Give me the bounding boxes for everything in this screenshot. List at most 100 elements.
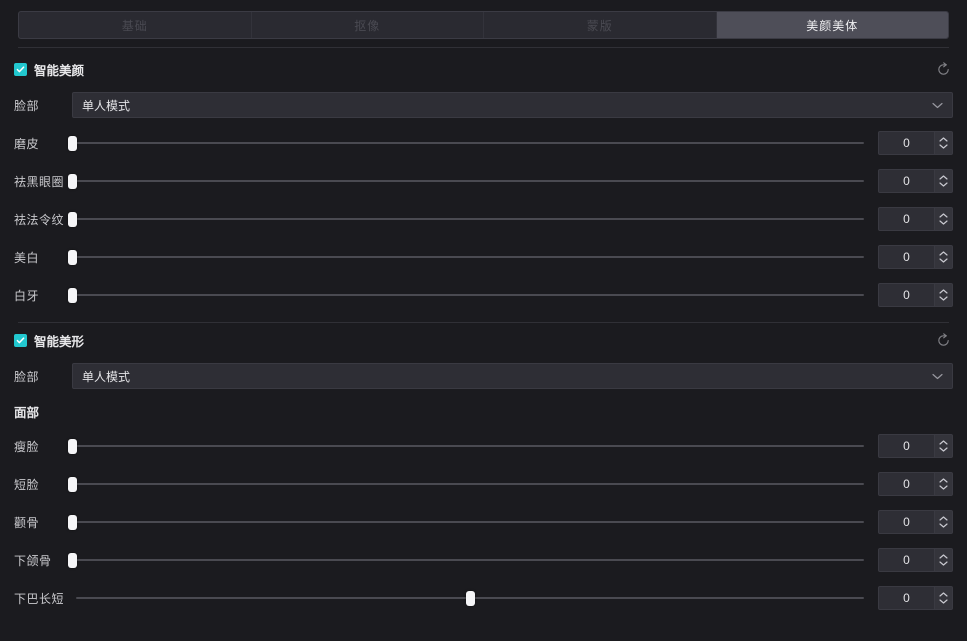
spinbox-jawbone[interactable]: 0	[878, 548, 953, 572]
spinbox-stepper[interactable]	[935, 548, 953, 572]
chevron-down-icon	[939, 220, 948, 225]
section-header-smart-shape: 智能美形	[0, 323, 967, 357]
spinbox-stepper[interactable]	[935, 472, 953, 496]
spinbox-dark-circles[interactable]: 0	[878, 169, 953, 193]
spinbox-face-slimming[interactable]: 0	[878, 434, 953, 458]
spinbox-value[interactable]: 0	[878, 434, 935, 458]
spinbox-value[interactable]: 0	[878, 283, 935, 307]
chevron-up-icon	[939, 554, 948, 559]
spinbox-stepper[interactable]	[935, 434, 953, 458]
smart-shape-reset-button[interactable]	[933, 330, 953, 350]
chevron-down-icon	[939, 561, 948, 566]
spinbox-stepper[interactable]	[935, 169, 953, 193]
slider-thumb[interactable]	[67, 514, 77, 530]
slider-thumb[interactable]	[67, 249, 77, 265]
slider-row-jawbone: 下颌骨 0	[0, 541, 967, 579]
reset-icon	[937, 332, 949, 346]
reset-icon	[937, 61, 949, 75]
slider-nasolabial[interactable]	[67, 209, 864, 229]
smart-shape-checkbox[interactable]	[14, 333, 27, 347]
slider-cheekbone[interactable]	[67, 512, 864, 532]
chevron-down-icon	[939, 144, 948, 149]
tab-mask[interactable]: 蒙版	[484, 12, 717, 38]
slider-row-whitening: 美白 0	[0, 238, 967, 276]
spinbox-value[interactable]: 0	[878, 472, 935, 496]
smart-shape-face-mode-select[interactable]: 单人模式	[72, 363, 953, 389]
spinbox-teeth-whitening[interactable]: 0	[878, 283, 953, 307]
settings-scroll-area[interactable]: 智能美颜 脸部 单人模式 磨皮 0 祛黑眼圈 0 祛法令纹 0 美白 0 白牙 …	[0, 52, 967, 641]
tab-beauty-body[interactable]: 美颜美体	[716, 12, 948, 38]
spinbox-value[interactable]: 0	[878, 131, 935, 155]
spinbox-value[interactable]: 0	[878, 510, 935, 534]
row-label: 磨皮	[14, 136, 40, 151]
chevron-up-icon	[939, 289, 948, 294]
slider-jawbone[interactable]	[67, 550, 864, 570]
slider-thumb[interactable]	[67, 552, 77, 568]
spinbox-stepper[interactable]	[935, 207, 953, 231]
slider-dark-circles[interactable]	[67, 171, 864, 191]
slider-thumb[interactable]	[67, 135, 77, 151]
spinbox-stepper[interactable]	[935, 586, 953, 610]
spinbox-stepper[interactable]	[935, 131, 953, 155]
slider-track	[72, 218, 864, 220]
chevron-up-icon	[939, 175, 948, 180]
spinbox-short-face[interactable]: 0	[878, 472, 953, 496]
chevron-up-icon	[939, 440, 948, 445]
smart-beauty-face-mode-select[interactable]: 单人模式	[72, 92, 953, 118]
slider-thumb[interactable]	[67, 211, 77, 227]
spinbox-cheekbone[interactable]: 0	[878, 510, 953, 534]
spinbox-value[interactable]: 0	[878, 169, 935, 193]
slider-thumb[interactable]	[67, 287, 77, 303]
tab-chroma-key[interactable]: 抠像	[252, 12, 484, 38]
spinbox-stepper[interactable]	[935, 283, 953, 307]
row-label: 短脸	[14, 477, 40, 492]
slider-row-dark-circles: 祛黑眼圈 0	[0, 162, 967, 200]
spinbox-chin-length[interactable]: 0	[878, 586, 953, 610]
chevron-down-icon	[939, 599, 948, 604]
chevron-down-icon	[939, 296, 948, 301]
slider-track	[72, 180, 864, 182]
chevron-up-icon	[939, 516, 948, 521]
spinbox-value[interactable]: 0	[878, 586, 935, 610]
slider-thumb[interactable]	[67, 476, 77, 492]
select-value: 单人模式	[82, 369, 131, 384]
slider-thumb[interactable]	[465, 590, 475, 606]
slider-teeth-whitening[interactable]	[67, 285, 864, 305]
smart-beauty-checkbox[interactable]	[14, 62, 27, 76]
chevron-up-icon	[939, 592, 948, 597]
spinbox-nasolabial[interactable]: 0	[878, 207, 953, 231]
smart-beauty-reset-button[interactable]	[933, 59, 953, 79]
tab-basic[interactable]: 基础	[19, 12, 252, 38]
row-label: 脸部	[14, 369, 40, 384]
slider-row-short-face: 短脸 0	[0, 465, 967, 503]
chevron-up-icon	[939, 478, 948, 483]
spinbox-value[interactable]: 0	[878, 548, 935, 572]
slider-row-nasolabial: 祛法令纹 0	[0, 200, 967, 238]
chevron-up-icon	[939, 251, 948, 256]
slider-face-slimming[interactable]	[67, 436, 864, 456]
slider-whitening[interactable]	[67, 247, 864, 267]
slider-row-mopi: 磨皮 0	[0, 124, 967, 162]
section-title: 智能美形	[34, 334, 85, 349]
slider-short-face[interactable]	[67, 474, 864, 494]
select-value: 单人模式	[82, 98, 131, 113]
spinbox-stepper[interactable]	[935, 510, 953, 534]
row-label: 颧骨	[14, 515, 40, 530]
row-label: 祛法令纹	[14, 212, 65, 227]
spinbox-whitening[interactable]: 0	[878, 245, 953, 269]
slider-track	[72, 559, 864, 561]
spinbox-value[interactable]: 0	[878, 245, 935, 269]
spinbox-mopi[interactable]: 0	[878, 131, 953, 155]
tab-label: 美颜美体	[806, 18, 859, 33]
slider-thumb[interactable]	[67, 438, 77, 454]
slider-thumb[interactable]	[67, 173, 77, 189]
slider-chin-length[interactable]	[76, 588, 864, 608]
section-title: 智能美颜	[34, 63, 85, 78]
slider-track	[72, 483, 864, 485]
smart-beauty-face-mode-row: 脸部 单人模式	[0, 86, 967, 124]
spinbox-value[interactable]: 0	[878, 207, 935, 231]
chevron-down-icon	[939, 447, 948, 452]
slider-mopi[interactable]	[67, 133, 864, 153]
spinbox-stepper[interactable]	[935, 245, 953, 269]
slider-row-cheekbone: 颧骨 0	[0, 503, 967, 541]
